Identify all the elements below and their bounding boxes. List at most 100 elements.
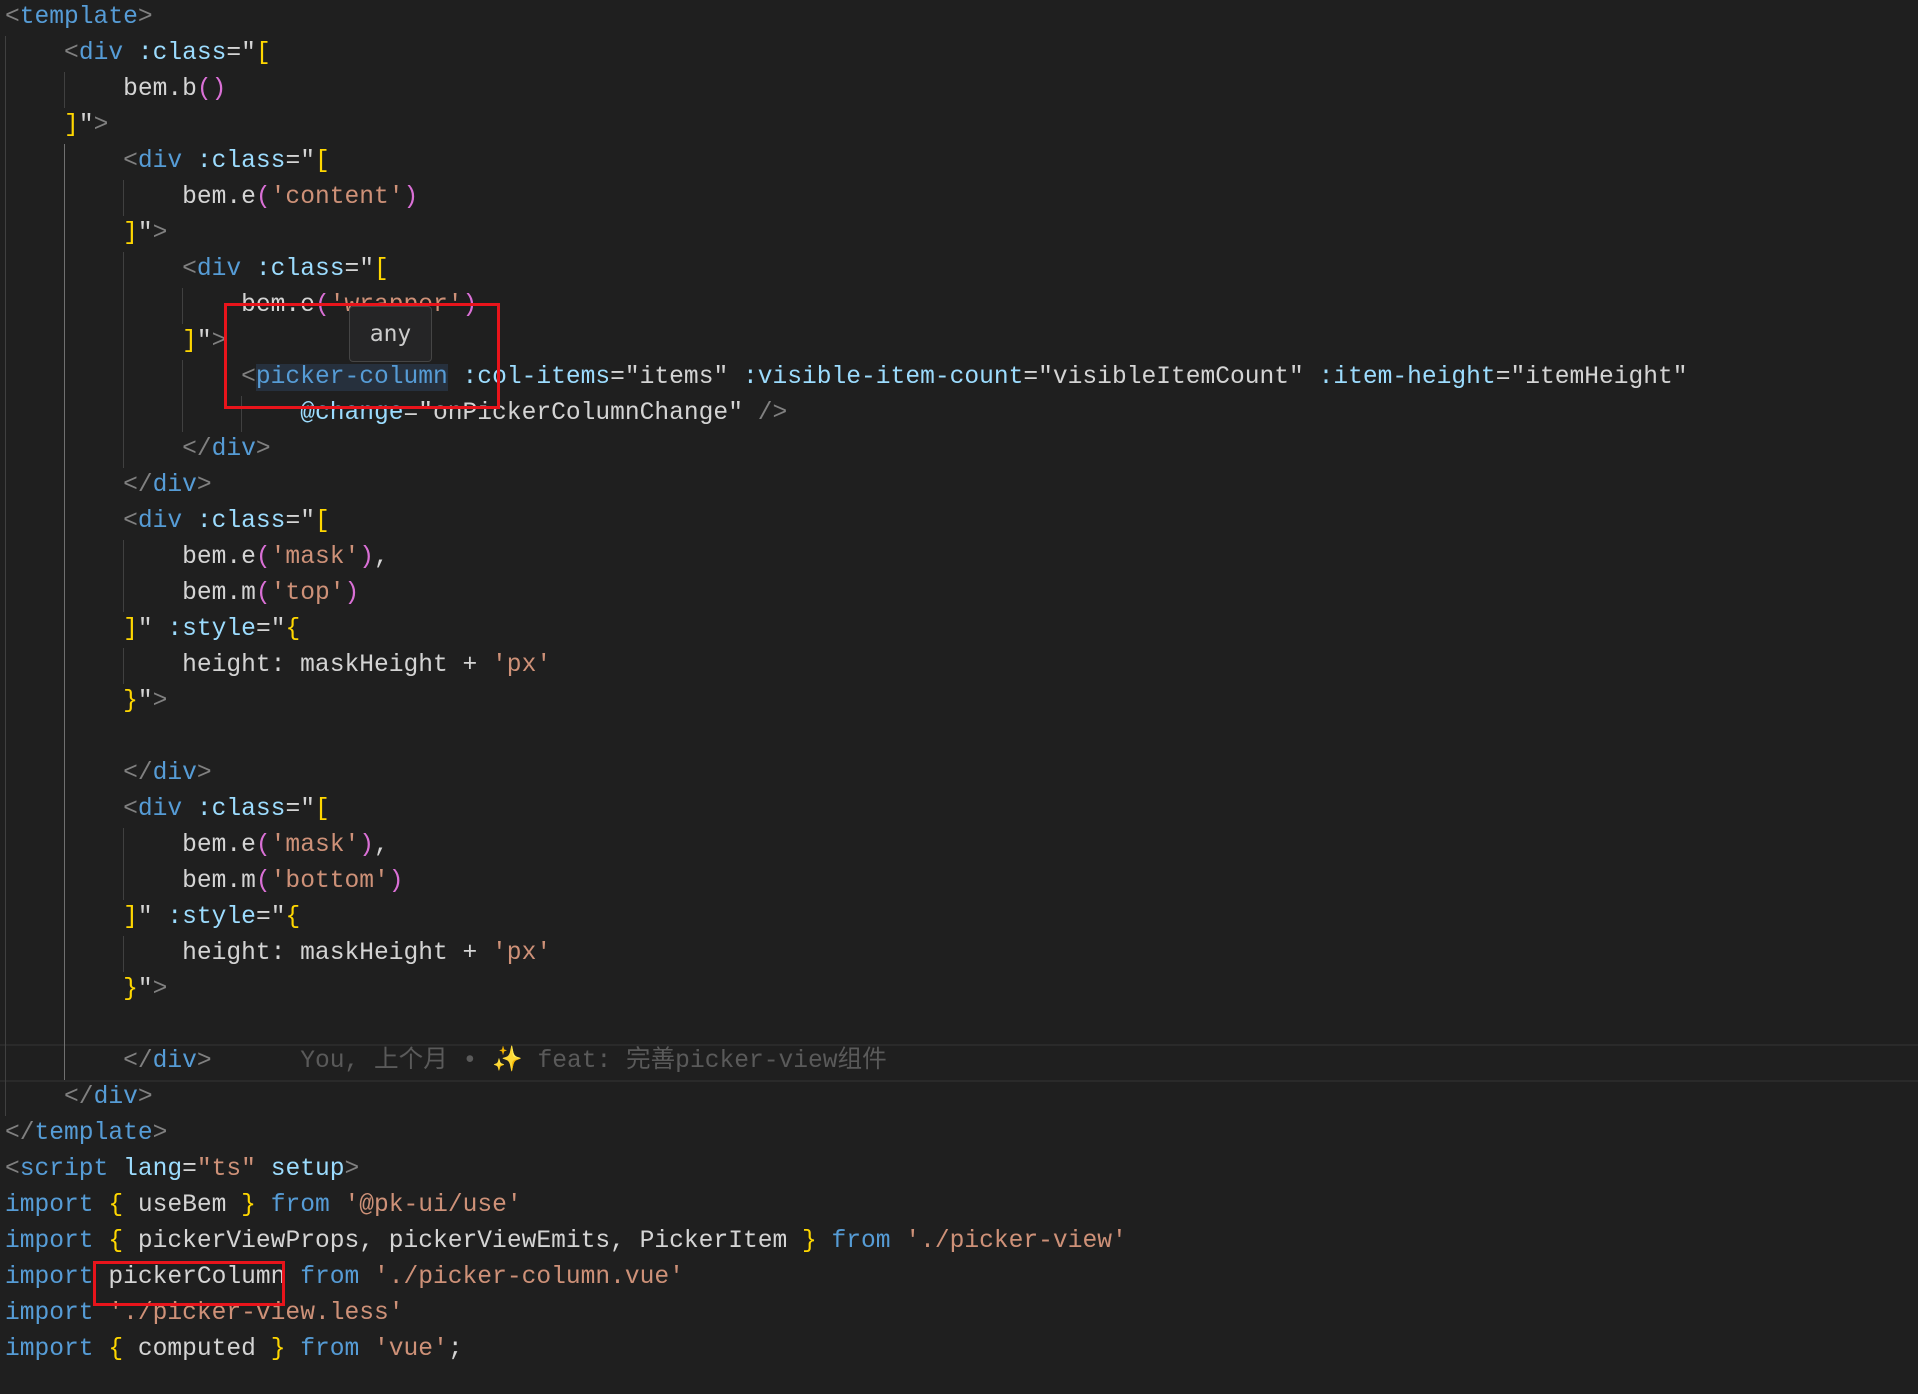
- code-token: from: [300, 1336, 360, 1363]
- code-editor[interactable]: <template> <div :class="[ bem.b() ]"> <d…: [5, 0, 1688, 1368]
- code-token: >: [152, 220, 168, 247]
- code-token: }: [123, 976, 138, 1003]
- code-token: '@pk-ui/use': [344, 1192, 522, 1219]
- code-line[interactable]: </div>: [5, 756, 1688, 792]
- code-line[interactable]: }">: [5, 684, 1688, 720]
- code-line[interactable]: ]">: [5, 108, 1688, 144]
- code-token: :visible-item-count: [742, 364, 1024, 391]
- code-token: ": [137, 904, 168, 931]
- code-line[interactable]: <div :class="[: [5, 252, 1688, 288]
- code-token: ]: [123, 616, 138, 643]
- code-line[interactable]: bem.m('bottom'): [5, 864, 1688, 900]
- code-token: <: [64, 40, 79, 67]
- code-line[interactable]: </template>: [5, 1116, 1688, 1152]
- code-line[interactable]: <div :class="[: [5, 144, 1688, 180]
- code-token: bem.e: [5, 544, 256, 571]
- code-line[interactable]: ]">: [5, 216, 1688, 252]
- code-token: =": [344, 256, 375, 283]
- code-line[interactable]: bem.e('mask'),: [5, 540, 1688, 576]
- code-token: import: [5, 1264, 94, 1291]
- code-token: =: [182, 1156, 197, 1183]
- code-line[interactable]: <div :class="[: [5, 504, 1688, 540]
- code-line[interactable]: </div> You, 上个月 • ✨ feat: 完善picker-view组…: [5, 1044, 1688, 1080]
- code-token: :class: [196, 148, 286, 175]
- code-token: :class: [196, 796, 286, 823]
- code-token: }: [270, 1336, 286, 1363]
- code-token: "ts": [196, 1156, 256, 1183]
- code-token: <: [123, 508, 138, 535]
- code-token: bem.m: [5, 580, 256, 607]
- code-line[interactable]: import { pickerViewProps, pickerViewEmit…: [5, 1224, 1688, 1260]
- code-line[interactable]: import { useBem } from '@pk-ui/use': [5, 1188, 1688, 1224]
- code-line[interactable]: <template>: [5, 0, 1688, 36]
- code-line[interactable]: </div>: [5, 432, 1688, 468]
- code-line[interactable]: height: maskHeight + 'px': [5, 936, 1688, 972]
- code-token: [: [374, 256, 389, 283]
- code-token: }: [802, 1228, 817, 1255]
- code-token: </: [123, 472, 153, 499]
- code-token: />: [757, 400, 788, 427]
- code-token: {: [108, 1228, 124, 1255]
- code-token: template: [34, 1120, 153, 1147]
- code-line[interactable]: ]" :style="{: [5, 612, 1688, 648]
- code-token: bem.e: [5, 184, 256, 211]
- code-line[interactable]: ]" :style="{: [5, 900, 1688, 936]
- code-line[interactable]: bem.e('mask'),: [5, 828, 1688, 864]
- code-token: div: [137, 148, 183, 175]
- code-token: <: [5, 4, 20, 31]
- code-token: from: [300, 1264, 360, 1291]
- code-token: }: [241, 1192, 256, 1219]
- code-token: :class: [137, 40, 227, 67]
- code-token: >: [152, 1120, 168, 1147]
- code-line[interactable]: </div>: [5, 468, 1688, 504]
- code-token: >: [137, 4, 153, 31]
- code-line[interactable]: <script lang="ts" setup>: [5, 1152, 1688, 1188]
- code-token: ": [137, 616, 168, 643]
- code-token: <: [182, 256, 197, 283]
- code-token: <: [123, 796, 138, 823]
- code-line[interactable]: height: maskHeight + 'px': [5, 648, 1688, 684]
- code-token: =": [255, 904, 286, 931]
- code-token: div: [152, 760, 197, 787]
- code-line[interactable]: [5, 1008, 1688, 1044]
- code-line[interactable]: import { computed } from 'vue';: [5, 1332, 1688, 1368]
- code-token: ,: [374, 544, 389, 571]
- code-token: ;: [447, 1336, 463, 1363]
- code-token: div: [93, 1084, 138, 1111]
- code-token: =": [285, 508, 315, 535]
- code-token: [: [314, 508, 330, 535]
- code-token: 'px': [492, 652, 552, 679]
- code-token: >: [196, 472, 212, 499]
- code-line[interactable]: </div>: [5, 1080, 1688, 1116]
- code-line[interactable]: }">: [5, 972, 1688, 1008]
- code-line[interactable]: bem.m('top'): [5, 576, 1688, 612]
- code-line[interactable]: bem.e('content'): [5, 180, 1688, 216]
- code-line[interactable]: bem.b(): [5, 72, 1688, 108]
- code-token: pickerViewProps, pickerViewEmits, Picker…: [123, 1228, 802, 1255]
- code-token: ]: [182, 328, 197, 355]
- code-token: div: [211, 436, 256, 463]
- code-line[interactable]: <div :class="[: [5, 36, 1688, 72]
- code-token: ]: [64, 112, 79, 139]
- code-line[interactable]: [5, 720, 1688, 756]
- code-token: ): [359, 544, 374, 571]
- code-token: <: [5, 1156, 20, 1183]
- code-token: height: maskHeight +: [5, 940, 493, 967]
- code-token: from: [270, 1192, 330, 1219]
- code-line[interactable]: <div :class="[: [5, 792, 1688, 828]
- code-token: [: [314, 148, 330, 175]
- code-token: </: [123, 760, 153, 787]
